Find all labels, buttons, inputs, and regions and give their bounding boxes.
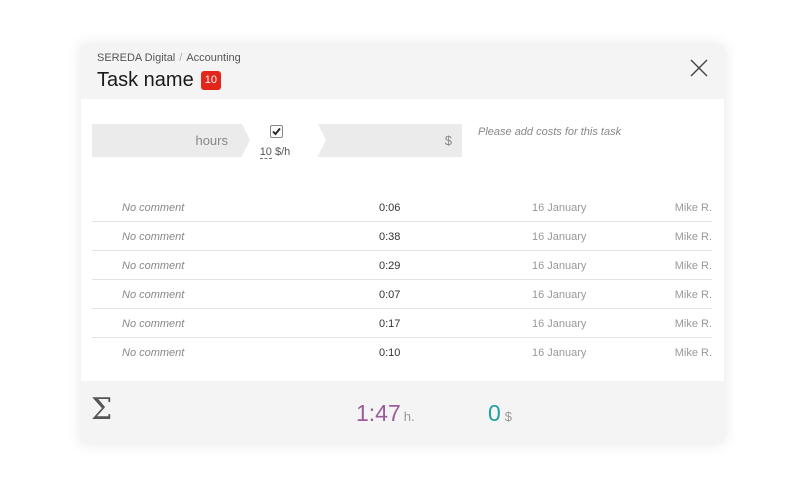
- entry-date: 16 January: [532, 318, 587, 330]
- entry-user: Mike R.: [674, 318, 712, 330]
- task-count-badge: 10: [200, 71, 221, 90]
- task-dialog: SEREDA Digital / Accounting Task name 10 h…: [81, 45, 724, 443]
- entry-comment: No comment: [122, 202, 185, 214]
- breadcrumb: SEREDA Digital / Accounting: [97, 52, 241, 64]
- entry-comment: No comment: [122, 231, 185, 243]
- entry-date: 16 January: [532, 202, 587, 214]
- hours-field-arrow: [242, 124, 250, 156]
- cost-field-notch: [318, 124, 326, 156]
- time-entry-row[interactable]: No comment 0:06 16 January Mike R.: [92, 193, 712, 222]
- hours-field[interactable]: hours: [92, 124, 242, 157]
- time-entry-row[interactable]: No comment 0:07 16 January Mike R.: [92, 280, 712, 309]
- task-title: Task name: [97, 69, 194, 91]
- costs-hint: Please add costs for this task: [478, 126, 622, 138]
- total-time-value: 1:47: [356, 400, 401, 426]
- total-time-unit: h.: [403, 409, 415, 424]
- hourly-rate: 10 $/h: [259, 146, 291, 159]
- entry-date: 16 January: [532, 260, 587, 272]
- time-entries-list: No comment 0:06 16 January Mike R. No co…: [92, 193, 712, 366]
- close-button[interactable]: [688, 57, 710, 79]
- entry-user: Mike R.: [674, 202, 712, 214]
- entry-comment: No comment: [122, 260, 185, 272]
- rate-control: 10 $/h: [259, 125, 291, 159]
- hours-label: hours: [195, 133, 228, 148]
- time-entry-row[interactable]: No comment 0:10 16 January Mike R.: [92, 338, 712, 366]
- entry-duration: 0:10: [379, 347, 401, 359]
- dialog-header: SEREDA Digital / Accounting Task name 10: [81, 45, 724, 99]
- entry-duration: 0:29: [379, 260, 401, 272]
- total-cost-unit: $: [504, 409, 513, 424]
- entry-duration: 0:07: [379, 289, 401, 301]
- entry-duration: 0:38: [379, 231, 401, 243]
- sigma-icon: Σ: [91, 392, 113, 427]
- entry-date: 16 January: [532, 347, 587, 359]
- time-entry-row[interactable]: No comment 0:17 16 January Mike R.: [92, 309, 712, 338]
- totals-footer: Σ 1:47 h. 0 $: [81, 381, 724, 443]
- entry-user: Mike R.: [674, 260, 712, 272]
- page-backdrop: SEREDA Digital / Accounting Task name 10 h…: [0, 0, 800, 489]
- entry-date: 16 January: [532, 231, 587, 243]
- breadcrumb-project[interactable]: SEREDA Digital: [97, 52, 175, 64]
- entry-user: Mike R.: [674, 289, 712, 301]
- time-entry-row[interactable]: No comment 0:38 16 January Mike R.: [92, 222, 712, 251]
- hourly-rate-unit: $/h: [275, 146, 291, 158]
- close-icon: [690, 59, 708, 77]
- breadcrumb-section[interactable]: Accounting: [186, 52, 240, 64]
- cost-field[interactable]: $: [318, 124, 462, 157]
- entry-duration: 0:06: [379, 202, 401, 214]
- billable-checkbox[interactable]: [269, 125, 283, 138]
- time-entry-row[interactable]: No comment 0:29 16 January Mike R.: [92, 251, 712, 280]
- total-time: 1:47 h.: [356, 400, 415, 427]
- entry-user: Mike R.: [674, 231, 712, 243]
- entry-comment: No comment: [122, 318, 185, 330]
- total-cost: 0 $: [488, 400, 512, 427]
- title-row: Task name 10: [97, 69, 221, 92]
- entry-comment: No comment: [122, 347, 185, 359]
- hourly-rate-value[interactable]: 10: [259, 146, 272, 159]
- currency-label: $: [444, 133, 452, 148]
- breadcrumb-separator: /: [179, 52, 183, 64]
- checkmark-icon: [271, 127, 281, 136]
- total-cost-value: 0: [488, 400, 501, 426]
- entry-comment: No comment: [122, 289, 185, 301]
- entry-date: 16 January: [532, 289, 587, 301]
- entry-duration: 0:17: [379, 318, 401, 330]
- entry-user: Mike R.: [674, 347, 712, 359]
